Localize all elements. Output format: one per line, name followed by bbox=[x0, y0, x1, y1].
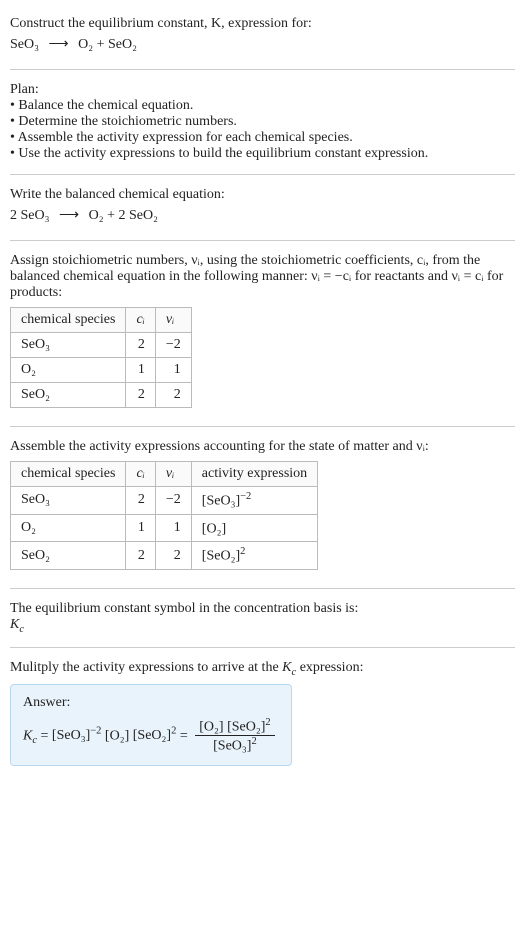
plan-item: Determine the stoichiometric numbers. bbox=[10, 114, 515, 130]
cell-activity: [O₂] bbox=[191, 514, 317, 542]
answer-box: Answer: Kc = [SeO₃]−2 [O₂] [SeO₂]2 = [O₂… bbox=[10, 684, 292, 766]
cell-ci: 2 bbox=[126, 487, 155, 515]
cell-species: SeO₃ bbox=[11, 487, 126, 515]
table-row: SeO₃ 2 −2 bbox=[11, 333, 192, 358]
cell-species: SeO₂ bbox=[11, 542, 126, 570]
basis-symbol: Kc bbox=[10, 617, 515, 635]
divider bbox=[10, 69, 515, 70]
balanced-rhs: O₂ + 2 SeO₂ bbox=[89, 208, 158, 223]
plan-item: Use the activity expressions to build th… bbox=[10, 146, 515, 162]
basis-section: The equilibrium constant symbol in the c… bbox=[10, 593, 515, 643]
cell-ci: 2 bbox=[126, 333, 155, 358]
plan-list: Balance the chemical equation. Determine… bbox=[10, 98, 515, 162]
cell-ci: 2 bbox=[126, 542, 155, 570]
plan-section: Plan: Balance the chemical equation. Det… bbox=[10, 74, 515, 170]
cell-ci: 1 bbox=[126, 358, 155, 383]
assign-section: Assign stoichiometric numbers, νᵢ, using… bbox=[10, 245, 515, 422]
equals: = bbox=[180, 728, 188, 743]
arrow-icon: ⟶ bbox=[59, 208, 79, 223]
col-species: chemical species bbox=[11, 308, 126, 333]
table-row: O₂ 1 1 [O₂] bbox=[11, 514, 318, 542]
stoich-table: chemical species cᵢ νᵢ SeO₃ 2 −2 O₂ 1 1 … bbox=[10, 307, 192, 408]
cell-vi: 2 bbox=[155, 542, 191, 570]
unbalanced-equation: SeO₃ ⟶ O₂ + SeO₂ bbox=[10, 36, 515, 53]
cell-ci: 2 bbox=[126, 383, 155, 408]
act-base: [SeO₃] bbox=[202, 494, 240, 509]
balanced-section: Write the balanced chemical equation: 2 … bbox=[10, 179, 515, 236]
table-header-row: chemical species cᵢ νᵢ activity expressi… bbox=[11, 462, 318, 487]
col-vi: νᵢ bbox=[155, 462, 191, 487]
kc-expression: Kc = [SeO₃]−2 [O₂] [SeO₂]2 = [O₂] [SeO₂]… bbox=[23, 717, 279, 755]
fraction: [O₂] [SeO₂]2 [SeO₃]2 bbox=[195, 717, 274, 755]
cell-vi: 1 bbox=[155, 514, 191, 542]
denominator: [SeO₃]2 bbox=[195, 736, 274, 755]
cell-species: O₂ bbox=[11, 514, 126, 542]
balanced-heading: Write the balanced chemical equation: bbox=[10, 187, 515, 203]
activity-table: chemical species cᵢ νᵢ activity expressi… bbox=[10, 461, 318, 570]
balanced-equation: 2 SeO₃ ⟶ O₂ + 2 SeO₂ bbox=[10, 207, 515, 224]
act-exp: −2 bbox=[240, 491, 251, 502]
activity-section: Assemble the activity expressions accoun… bbox=[10, 431, 515, 584]
col-activity: activity expression bbox=[191, 462, 317, 487]
answer-label: Answer: bbox=[23, 695, 279, 711]
divider bbox=[10, 588, 515, 589]
intro-text: Construct the equilibrium constant, K, e… bbox=[10, 16, 312, 31]
eq-lhs: SeO₃ bbox=[10, 37, 39, 52]
plan-item: Balance the chemical equation. bbox=[10, 98, 515, 114]
eq-rhs: O₂ + SeO₂ bbox=[78, 37, 137, 52]
divider bbox=[10, 240, 515, 241]
cell-species: SeO₃ bbox=[11, 333, 126, 358]
cell-vi: −2 bbox=[155, 487, 191, 515]
divider bbox=[10, 647, 515, 648]
table-header-row: chemical species cᵢ νᵢ bbox=[11, 308, 192, 333]
cell-species: O₂ bbox=[11, 358, 126, 383]
term2: [O₂] bbox=[105, 728, 129, 743]
cell-vi: 2 bbox=[155, 383, 191, 408]
cell-activity: [SeO₃]−2 bbox=[191, 487, 317, 515]
assign-text: Assign stoichiometric numbers, νᵢ, using… bbox=[10, 253, 515, 301]
plan-item: Assemble the activity expression for eac… bbox=[10, 130, 515, 146]
intro-line: Construct the equilibrium constant, K, e… bbox=[10, 16, 515, 32]
table-row: SeO₃ 2 −2 [SeO₃]−2 bbox=[11, 487, 318, 515]
multiply-section: Mulitply the activity expressions to arr… bbox=[10, 652, 515, 774]
assemble-text: Assemble the activity expressions accoun… bbox=[10, 439, 515, 455]
term3: [SeO₂]2 bbox=[133, 728, 177, 743]
act-base: [SeO₂] bbox=[202, 549, 240, 564]
table-row: O₂ 1 1 bbox=[11, 358, 192, 383]
cell-species: SeO₂ bbox=[11, 383, 126, 408]
col-ci: cᵢ bbox=[126, 308, 155, 333]
cell-vi: −2 bbox=[155, 333, 191, 358]
equals: = bbox=[41, 728, 49, 743]
balanced-lhs: 2 SeO₃ bbox=[10, 208, 50, 223]
numerator: [O₂] [SeO₂]2 bbox=[195, 717, 274, 737]
cell-vi: 1 bbox=[155, 358, 191, 383]
multiply-text: Mulitply the activity expressions to arr… bbox=[10, 660, 515, 678]
basis-text: The equilibrium constant symbol in the c… bbox=[10, 601, 515, 617]
divider bbox=[10, 426, 515, 427]
cell-ci: 1 bbox=[126, 514, 155, 542]
intro-section: Construct the equilibrium constant, K, e… bbox=[10, 8, 515, 65]
col-species: chemical species bbox=[11, 462, 126, 487]
plan-heading: Plan: bbox=[10, 82, 515, 98]
act-base: [O₂] bbox=[202, 521, 226, 536]
act-exp: 2 bbox=[240, 546, 245, 557]
table-row: SeO₂ 2 2 [SeO₂]2 bbox=[11, 542, 318, 570]
divider bbox=[10, 174, 515, 175]
term1: [SeO₃]−2 bbox=[52, 728, 102, 743]
col-vi: νᵢ bbox=[155, 308, 191, 333]
arrow-icon: ⟶ bbox=[49, 37, 69, 52]
cell-activity: [SeO₂]2 bbox=[191, 542, 317, 570]
table-row: SeO₂ 2 2 bbox=[11, 383, 192, 408]
col-ci: cᵢ bbox=[126, 462, 155, 487]
